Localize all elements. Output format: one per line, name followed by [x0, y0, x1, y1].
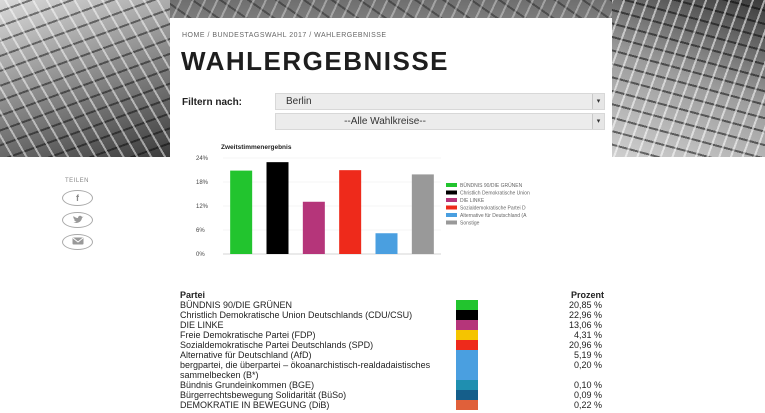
- party-name: DIE LINKE: [180, 320, 224, 330]
- table-row: Bürgerrechtsbewegung Solidarität (BüSo) 0…: [180, 390, 604, 400]
- filter-label: Filtern nach:: [182, 97, 243, 108]
- party-color-swatch: [456, 350, 478, 360]
- breadcrumb[interactable]: HOME / BUNDESTAGSWAHL 2017 / WAHLERGEBNI…: [182, 32, 387, 39]
- y-tick-label: 0%: [196, 252, 205, 258]
- party-name: BÜNDNIS 90/DIE GRÜNEN: [180, 300, 293, 310]
- chart-bar: [230, 170, 253, 254]
- party-color-swatch: [456, 360, 478, 380]
- party-name: Bündnis Grundeinkommen (BGE): [180, 380, 315, 390]
- party-color-swatch: [456, 400, 478, 410]
- party-percent: 20,96 %: [568, 340, 602, 350]
- chart-bar: [339, 170, 362, 254]
- legend-swatch: [446, 205, 457, 210]
- table-row: DEMOKRATIE IN BEWEGUNG (DiB) 0,22 %: [180, 400, 604, 410]
- party-percent: 22,96 %: [568, 310, 602, 320]
- chart-bar: [266, 162, 289, 254]
- share-label: TEILEN: [65, 178, 90, 184]
- table-row: bergpartei, die überpartei – ökoanarchis…: [180, 360, 604, 380]
- party-percent: 0,10 %: [573, 380, 602, 390]
- legend-label: Sozialdemokratische Partei D: [460, 206, 526, 212]
- legend-label: BÜNDNIS 90/DIE GRÜNEN: [460, 182, 523, 189]
- party-color-swatch: [456, 340, 478, 350]
- legend-label: Sonstige: [460, 221, 480, 227]
- party-name: bergpartei, die überpartei – ökoanarchis…: [180, 360, 431, 380]
- percent-column-header: Prozent: [570, 290, 604, 300]
- party-percent: 20,85 %: [568, 300, 602, 310]
- results-rows: BÜNDNIS 90/DIE GRÜNEN 20,85 % Christlich D…: [180, 300, 604, 410]
- legend-label: Christlich Demokratische Union: [460, 191, 530, 197]
- legend-swatch: [446, 213, 457, 217]
- results-table: Partei Prozent BÜNDNIS 90/DIE GRÜNEN 20,8…: [180, 290, 604, 410]
- state-select[interactable]: Berlin ▾: [275, 93, 605, 110]
- party-color-swatch: [456, 320, 478, 330]
- share-sidebar: TEILEN f: [62, 178, 102, 250]
- district-select-value: --Alle Wahlkreise--: [344, 116, 426, 127]
- table-row: Sozialdemokratische Partei Deutschlands …: [180, 340, 604, 350]
- table-row: Bündnis Grundeinkommen (BGE) 0,10 %: [180, 380, 604, 390]
- facebook-share-button[interactable]: f: [62, 190, 93, 206]
- hero-photo-left: [0, 0, 170, 157]
- facebook-icon: f: [76, 193, 79, 203]
- state-select-value: Berlin: [286, 96, 312, 107]
- table-row: Alternative für Deutschland (AfD) 5,19 %: [180, 350, 604, 360]
- y-tick-label: 6%: [196, 228, 205, 234]
- y-tick-label: 18%: [196, 180, 209, 186]
- party-name: Sozialdemokratische Partei Deutschlands …: [180, 340, 374, 350]
- hero-photo-right: [612, 0, 765, 157]
- party-percent: 0,09 %: [573, 390, 602, 400]
- party-percent: 0,22 %: [573, 400, 602, 410]
- chart-bar: [375, 233, 398, 254]
- party-column-header: Partei: [180, 290, 206, 300]
- party-percent: 4,31 %: [573, 330, 602, 340]
- email-share-button[interactable]: [62, 234, 93, 250]
- party-name: Freie Demokratische Partei (FDP): [180, 330, 316, 340]
- chart-bar: [411, 174, 434, 254]
- party-percent: 13,06 %: [568, 320, 602, 330]
- legend-swatch: [446, 220, 457, 225]
- legend-swatch: [446, 198, 457, 202]
- party-name: DEMOKRATIE IN BEWEGUNG (DiB): [180, 400, 330, 410]
- chevron-down-icon[interactable]: ▾: [592, 94, 604, 109]
- twitter-icon: [72, 215, 84, 226]
- page-title: WAHLERGEBNISSE: [181, 46, 450, 76]
- chevron-down-icon[interactable]: ▾: [592, 114, 604, 129]
- results-header: Partei Prozent: [180, 290, 604, 300]
- party-color-swatch: [456, 310, 478, 320]
- legend-label: DIE LINKE: [460, 198, 485, 204]
- party-name: Christlich Demokratische Union Deutschla…: [180, 310, 413, 320]
- table-row: Freie Demokratische Partei (FDP) 4,31 %: [180, 330, 604, 340]
- party-percent: 5,19 %: [573, 350, 602, 360]
- party-name: Alternative für Deutschland (AfD): [180, 350, 312, 360]
- party-name: Bürgerrechtsbewegung Solidarität (BüSo): [180, 390, 347, 400]
- legend-swatch: [446, 183, 457, 187]
- results-chart: Zweitstimmenergebnis 24% 18% 12% 6% 0% BÜNDNIS…: [196, 144, 530, 258]
- party-color-swatch: [456, 380, 478, 390]
- twitter-share-button[interactable]: [62, 212, 93, 228]
- legend-swatch: [446, 190, 457, 195]
- party-color-swatch: [456, 330, 478, 340]
- y-tick-label: 24%: [196, 156, 209, 162]
- y-tick-label: 12%: [196, 204, 209, 210]
- table-row: DIE LINKE 13,06 %: [180, 320, 604, 330]
- email-icon: [72, 237, 84, 247]
- party-percent: 0,20 %: [573, 360, 602, 370]
- table-row: Christlich Demokratische Union Deutschla…: [180, 310, 604, 320]
- district-select[interactable]: --Alle Wahlkreise-- ▾: [275, 113, 605, 130]
- chart-bar: [302, 201, 325, 254]
- chart-title: Zweitstimmenergebnis: [221, 144, 292, 151]
- party-color-swatch: [456, 300, 478, 310]
- legend-label: Alternative für Deutschland (A: [460, 213, 527, 219]
- table-row: BÜNDNIS 90/DIE GRÜNEN 20,85 %: [180, 300, 604, 310]
- party-color-swatch: [456, 390, 478, 400]
